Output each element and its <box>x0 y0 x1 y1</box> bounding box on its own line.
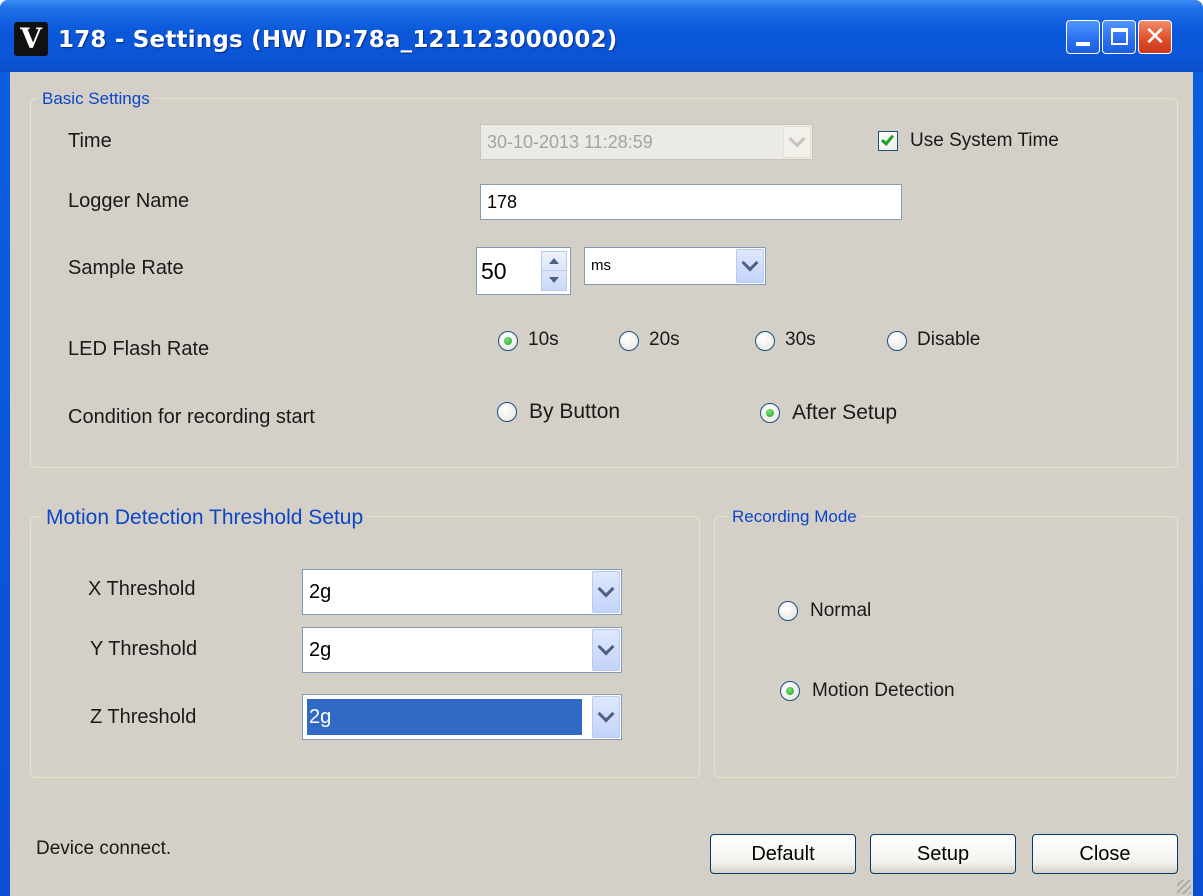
spin-up-icon[interactable] <box>542 252 566 271</box>
motion-threshold-title: Motion Detection Threshold Setup <box>42 505 368 531</box>
basic-settings-title: Basic Settings <box>38 88 154 110</box>
by-button-radio[interactable] <box>497 402 517 422</box>
after-setup-radio[interactable] <box>760 403 780 423</box>
led-flash-rate-label: LED Flash Rate <box>68 338 210 360</box>
led-30s-label: 30s <box>785 329 816 350</box>
dropdown-arrow-icon <box>783 126 811 158</box>
sample-rate-label: Sample Rate <box>68 257 184 279</box>
default-button[interactable]: Default <box>710 834 856 874</box>
led-20s-label: 20s <box>649 329 680 350</box>
recording-start-label: Condition for recording start <box>68 406 315 428</box>
sample-rate-value: 50 <box>481 258 507 284</box>
close-icon: ✕ <box>1144 22 1166 52</box>
y-threshold-label: Y Threshold <box>90 638 198 660</box>
y-threshold-select[interactable]: 2g <box>302 627 622 673</box>
recording-mode-title: Recording Mode <box>728 506 861 528</box>
x-threshold-label: X Threshold <box>88 578 196 600</box>
dropdown-arrow-icon <box>592 696 620 738</box>
after-setup-label: After Setup <box>792 401 898 424</box>
logger-name-label: Logger Name <box>68 190 190 212</box>
app-v-icon: V <box>14 22 48 56</box>
led-10s-radio[interactable] <box>498 331 518 351</box>
led-disable-label: Disable <box>917 329 981 350</box>
motion-detection-mode-radio[interactable] <box>780 681 800 701</box>
maximize-button[interactable] <box>1102 20 1136 54</box>
time-value: 30-10-2013 11:28:59 <box>487 132 653 152</box>
motion-detection-mode-label: Motion Detection <box>812 680 955 701</box>
time-picker: 30-10-2013 11:28:59 <box>480 124 813 160</box>
x-threshold-value: 2g <box>309 581 332 603</box>
minimize-button[interactable] <box>1066 20 1100 54</box>
close-window-button[interactable]: ✕ <box>1138 20 1172 54</box>
z-threshold-value: 2g <box>307 699 582 735</box>
sample-rate-unit-select[interactable]: ms <box>584 247 766 285</box>
minimize-icon <box>1076 42 1090 46</box>
by-button-label: By Button <box>529 400 621 423</box>
window-title: 178 - Settings (HW ID:78a_121123000002) <box>58 27 618 53</box>
normal-mode-radio[interactable] <box>778 601 798 621</box>
sample-rate-unit-value: ms <box>591 257 611 274</box>
led-10s-label: 10s <box>528 329 559 350</box>
use-system-time-label: Use System Time <box>910 130 1059 151</box>
setup-button[interactable]: Setup <box>870 834 1016 874</box>
z-threshold-label: Z Threshold <box>90 706 197 728</box>
use-system-time-checkbox[interactable] <box>878 131 898 151</box>
checkmark-icon <box>880 132 895 146</box>
settings-window: V 178 - Settings (HW ID:78a_121123000002… <box>0 0 1203 896</box>
x-threshold-select[interactable]: 2g <box>302 569 622 615</box>
logger-name-input[interactable]: 178 <box>480 184 902 220</box>
close-button[interactable]: Close <box>1032 834 1178 874</box>
led-disable-radio[interactable] <box>887 331 907 351</box>
y-threshold-value: 2g <box>309 639 332 661</box>
status-text: Device connect. <box>36 838 172 859</box>
recording-mode-group <box>714 516 1178 778</box>
dialog-client-area: Basic Settings Time 30-10-2013 11:28:59 … <box>10 72 1193 896</box>
led-20s-radio[interactable] <box>619 331 639 351</box>
dropdown-arrow-icon <box>736 249 764 283</box>
title-bar[interactable]: V 178 - Settings (HW ID:78a_121123000002… <box>0 0 1203 72</box>
dropdown-arrow-icon <box>592 571 620 613</box>
spin-down-icon[interactable] <box>542 271 566 290</box>
resize-grip-icon[interactable] <box>1177 880 1191 894</box>
sample-rate-input[interactable]: 50 <box>476 247 571 295</box>
maximize-icon <box>1111 28 1128 45</box>
time-label: Time <box>68 130 112 152</box>
sample-rate-spinner[interactable] <box>541 251 567 291</box>
dropdown-arrow-icon <box>592 629 620 671</box>
normal-mode-label: Normal <box>810 600 872 621</box>
led-30s-radio[interactable] <box>755 331 775 351</box>
z-threshold-select[interactable]: 2g <box>302 694 622 740</box>
